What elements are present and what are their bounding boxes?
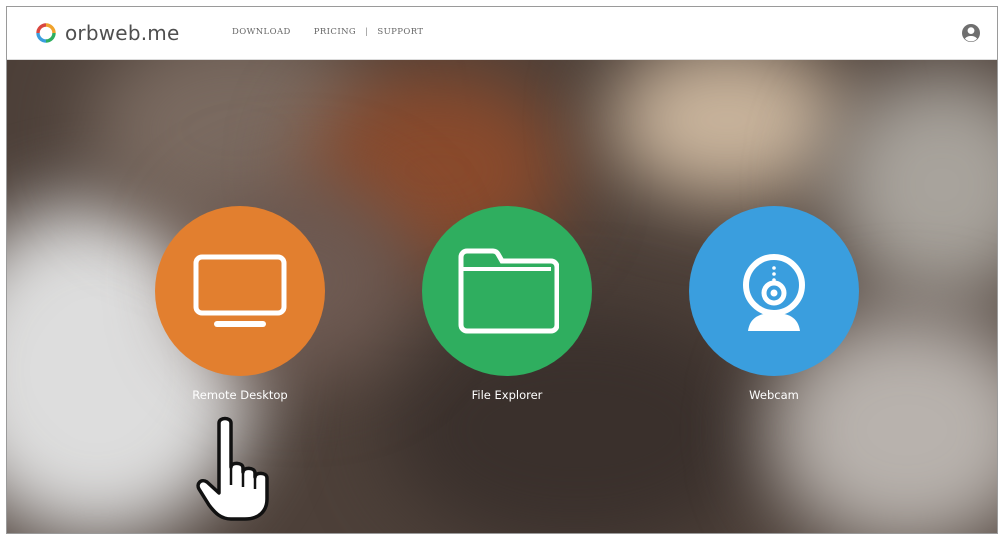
webcam-circle bbox=[689, 206, 859, 376]
top-bar: orbweb.me DOWNLOAD PRICING | SUPPORT bbox=[7, 7, 997, 60]
webcam-label: Webcam bbox=[749, 388, 799, 402]
user-account-icon[interactable] bbox=[961, 23, 981, 43]
nav-support-link[interactable]: SUPPORT bbox=[377, 27, 423, 37]
webcam-icon bbox=[743, 254, 805, 331]
logo-text: orbweb.me bbox=[65, 21, 180, 45]
file-explorer-circle bbox=[422, 206, 592, 376]
remote-desktop-circle bbox=[155, 206, 325, 376]
file-explorer-label: File Explorer bbox=[471, 388, 543, 402]
webcam-app[interactable]: Webcam bbox=[689, 206, 859, 402]
hand-pointer-icon bbox=[196, 416, 269, 521]
nav-download-link[interactable]: DOWNLOAD bbox=[232, 27, 291, 37]
monitor-icon bbox=[193, 254, 287, 327]
file-explorer-app[interactable]: File Explorer bbox=[422, 206, 592, 402]
main-nav: DOWNLOAD PRICING | SUPPORT bbox=[232, 27, 424, 37]
hero-background: Remote Desktop File Explorer Webcam bbox=[7, 60, 997, 533]
app-window: orbweb.me DOWNLOAD PRICING | SUPPORT Rem… bbox=[6, 6, 998, 534]
folder-icon bbox=[458, 248, 559, 334]
remote-desktop-app[interactable]: Remote Desktop bbox=[155, 206, 325, 402]
orbweb-logo-icon bbox=[36, 23, 56, 43]
logo[interactable]: orbweb.me bbox=[35, 21, 179, 45]
nav-pricing-link[interactable]: PRICING bbox=[314, 27, 356, 37]
nav-separator: | bbox=[365, 27, 369, 37]
remote-desktop-label: Remote Desktop bbox=[192, 388, 288, 402]
